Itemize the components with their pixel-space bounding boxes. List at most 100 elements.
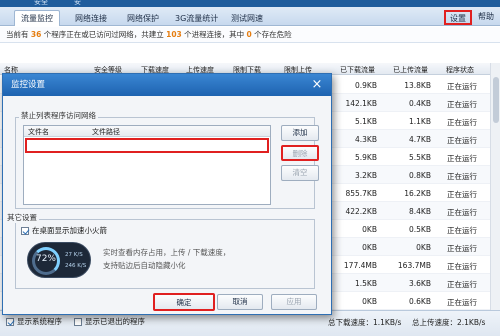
desktop-rocket-label: 在桌面显示加速小火箭 (32, 226, 107, 235)
desktop-rocket-checkbox[interactable] (21, 226, 29, 235)
tab-speed-test[interactable]: 测试网速 (224, 10, 270, 26)
tab-3g-statistics[interactable]: 3G流量统计 (168, 10, 225, 26)
downloaded-cell: 142.1KB (345, 99, 377, 108)
uploaded-cell: 8.4KB (409, 207, 431, 216)
desktop-rocket-option[interactable]: 在桌面显示加速小火箭 (21, 225, 107, 236)
status-cell: 正在运行 (447, 136, 477, 145)
col-file-path[interactable]: 文件路径 (92, 127, 120, 137)
dialog-title: 监控设置 (11, 80, 46, 90)
connection-summary: 当前有 36 个程序正在或已访问过网络，共建立 103 个进程连接，其中 0 个… (0, 27, 500, 43)
total-upload-speed: 总上传速度：2.1KB/s (412, 317, 485, 328)
uploaded-cell: 13.8KB (404, 81, 431, 90)
downloaded-cell: 422.2KB (345, 207, 377, 216)
col-file-name[interactable]: 文件名 (28, 127, 49, 137)
tab-network-connections[interactable]: 网络连接 (68, 10, 114, 26)
show-exited-programs-option[interactable]: 显示已退出的程序 (74, 316, 145, 327)
delete-button[interactable]: 删除 (281, 145, 319, 161)
tab-bar: 流量监控 网络连接 网络保护 3G流量统计 测试网速 设置 帮助 (0, 7, 500, 26)
status-cell: 正在运行 (447, 190, 477, 199)
blocked-programs-group-label: 禁止列表程序访问网络 (19, 110, 98, 121)
blocked-programs-list[interactable]: 文件名 文件路径 (23, 125, 271, 205)
help-link[interactable]: 帮助 (474, 10, 498, 25)
downloaded-cell: 0KB (362, 225, 377, 234)
uploaded-cell: 0.6KB (409, 297, 431, 306)
downloaded-cell: 177.4MB (343, 261, 377, 270)
show-exited-programs-label: 显示已退出的程序 (85, 317, 145, 326)
download-speed-value: 1.1KB/s (373, 318, 402, 327)
monitor-settings-dialog: 监控设置 × 禁止列表程序访问网络 文件名 文件路径 添加 删除 清空 其它设置… (2, 73, 332, 315)
status-cell: 正在运行 (447, 244, 477, 253)
tab-traffic-monitor[interactable]: 流量监控 (14, 10, 60, 26)
uploaded-cell: 3.6KB (409, 279, 431, 288)
title-bar: 安全 安 (0, 0, 500, 7)
other-settings-group-label: 其它设置 (5, 212, 39, 223)
speed-widget-preview: 72% 27 K/S 246 K/S (27, 242, 91, 278)
status-cell: 正在运行 (447, 118, 477, 127)
status-cell: 正在运行 (447, 82, 477, 91)
dialog-body: 禁止列表程序访问网络 文件名 文件路径 添加 删除 清空 其它设置 在桌面显示加… (3, 96, 331, 314)
widget-description-line1: 实时查看内存占用，上传 / 下载速度， (103, 248, 231, 257)
status-cell: 正在运行 (447, 226, 477, 235)
uploaded-cell: 0.8KB (409, 171, 431, 180)
downloaded-cell: 5.1KB (355, 117, 377, 126)
connection-count: 103 (166, 30, 182, 39)
apply-button[interactable]: 应用 (271, 294, 317, 310)
widget-description-line2: 支持贴边后自动隐藏小化 (103, 261, 186, 270)
uploaded-cell: 1.1KB (409, 117, 431, 126)
show-system-programs-checkbox[interactable] (6, 317, 14, 326)
col-program-status[interactable]: 程序状态 (446, 65, 474, 75)
total-download-speed: 总下载速度：1.1KB/s (328, 317, 401, 328)
program-count: 36 (30, 30, 42, 39)
title-fragment: 安 (74, 0, 81, 6)
show-system-programs-label: 显示系统程序 (17, 317, 62, 326)
uploaded-cell: 0.5KB (409, 225, 431, 234)
danger-count: 0 (246, 30, 252, 39)
cancel-button[interactable]: 取消 (217, 294, 263, 310)
status-cell: 正在运行 (447, 208, 477, 217)
status-cell: 正在运行 (447, 280, 477, 289)
status-cell: 正在运行 (447, 100, 477, 109)
downloaded-cell: 5.9KB (355, 153, 377, 162)
downloaded-cell: 0KB (362, 243, 377, 252)
uploaded-cell: 0.4KB (409, 99, 431, 108)
selected-list-row[interactable] (25, 138, 269, 153)
scrollbar-thumb[interactable] (493, 77, 499, 123)
downloaded-cell: 1.5KB (355, 279, 377, 288)
summary-text: 个存在危险 (254, 30, 292, 39)
title-fragment: 安全 (34, 0, 48, 6)
widget-down-speed: 246 K/S (65, 263, 87, 269)
downloaded-cell: 0KB (362, 297, 377, 306)
uploaded-cell: 163.7MB (397, 261, 431, 270)
summary-text: 个程序正在或已访问过网络，共建立 (43, 30, 164, 39)
tab-network-protection[interactable]: 网络保护 (120, 10, 166, 26)
status-cell: 正在运行 (447, 298, 477, 307)
download-speed-label: 总下载速度： (328, 318, 373, 327)
uploaded-cell: 0KB (416, 243, 431, 252)
status-cell: 正在运行 (447, 172, 477, 181)
status-cell: 正在运行 (447, 154, 477, 163)
downloaded-cell: 0.9KB (355, 81, 377, 90)
widget-up-speed: 27 K/S (65, 252, 83, 258)
memory-percent: 72% (35, 254, 56, 264)
ok-button[interactable]: 确定 (153, 293, 215, 311)
downloaded-cell: 855.7KB (345, 189, 377, 198)
show-system-programs-option[interactable]: 显示系统程序 (6, 316, 62, 327)
uploaded-cell: 5.5KB (409, 153, 431, 162)
settings-link[interactable]: 设置 (444, 10, 472, 25)
clear-button[interactable]: 清空 (281, 165, 319, 181)
show-exited-programs-checkbox[interactable] (74, 317, 82, 326)
col-downloaded[interactable]: 已下载流量 (340, 65, 375, 75)
summary-text: 个进程连接，其中 (184, 30, 245, 39)
add-button[interactable]: 添加 (281, 125, 319, 141)
status-cell: 正在运行 (447, 262, 477, 271)
uploaded-cell: 4.7KB (409, 135, 431, 144)
downloaded-cell: 3.2KB (355, 171, 377, 180)
uploaded-cell: 16.2KB (404, 189, 431, 198)
upload-speed-value: 2.1KB/s (457, 318, 486, 327)
dialog-title-bar[interactable]: 监控设置 (3, 74, 331, 96)
list-header: 文件名 文件路径 (24, 126, 270, 137)
close-icon[interactable]: × (309, 77, 325, 93)
upload-speed-label: 总上传速度： (412, 318, 457, 327)
table-scrollbar[interactable] (490, 63, 500, 310)
col-uploaded[interactable]: 已上传流量 (393, 65, 428, 75)
